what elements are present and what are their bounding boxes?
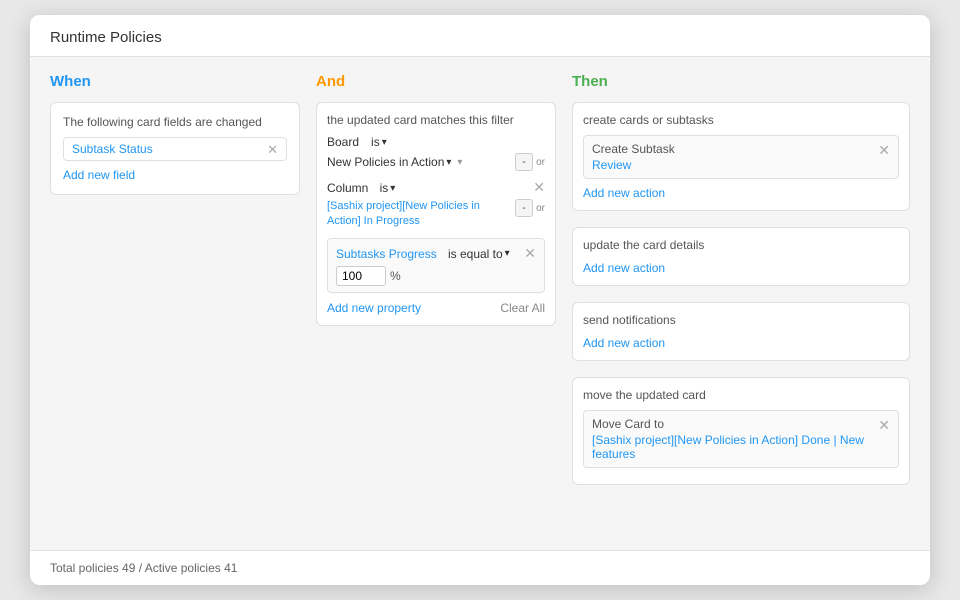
filter-title: the updated card matches this filter [327, 113, 545, 127]
move-card-action-item: Move Card to [Sashix project][New Polici… [583, 410, 899, 468]
move-card-label: Move Card to [592, 417, 874, 431]
column-filter-close-icon[interactable]: ✕ [533, 179, 545, 196]
create-subtask-value: Review [592, 158, 874, 172]
then-column: Then create cards or subtasks Create Sub… [572, 73, 910, 534]
notify-add-action-link[interactable]: Add new action [583, 336, 665, 350]
column-condition-dropdown[interactable]: is [380, 181, 396, 195]
subtask-status-close-icon[interactable]: ✕ [267, 143, 278, 156]
update-add-action-link[interactable]: Add new action [583, 261, 665, 275]
board-label: Board [327, 135, 359, 149]
create-section: create cards or subtasks Create Subtask … [572, 102, 910, 211]
column-label: Column [327, 181, 368, 195]
subtasks-value-row: % [336, 266, 536, 286]
update-section-title: update the card details [583, 238, 899, 252]
notify-section-title: send notifications [583, 313, 899, 327]
add-new-property-link[interactable]: Add new property [327, 301, 421, 315]
column-minus-btn[interactable]: - [515, 199, 533, 217]
title-bar: Runtime Policies [30, 15, 930, 57]
create-subtask-close-icon[interactable]: ✕ [878, 142, 890, 159]
subtasks-label-row: Subtasks Progress is equal to [336, 246, 510, 261]
runtime-policies-window: Runtime Policies When The following card… [30, 15, 930, 585]
notify-section: send notifications Add new action [572, 302, 910, 361]
column-filter-controls: - or [515, 199, 545, 217]
add-new-field-link[interactable]: Add new field [63, 168, 135, 182]
board-or-label: or [536, 157, 545, 168]
create-subtask-action-item: Create Subtask Review ✕ [583, 135, 899, 179]
board-filter-row: Board is [327, 135, 545, 149]
page-title: Runtime Policies [50, 29, 910, 46]
columns-row: When The following card fields are chang… [50, 73, 910, 534]
subtask-status-tag: Subtask Status ✕ [63, 137, 287, 161]
when-column: When The following card fields are chang… [50, 73, 300, 534]
board-value-dropdown[interactable]: New Policies in Action [327, 155, 451, 169]
then-header: Then [572, 73, 910, 90]
create-subtask-label: Create Subtask [592, 142, 874, 156]
move-section-title: move the updated card [583, 388, 899, 402]
subtask-status-label: Subtask Status [72, 142, 153, 156]
when-header: When [50, 73, 300, 90]
and-header: And [316, 73, 556, 90]
percent-symbol: % [390, 269, 401, 283]
subtasks-progress-section: Subtasks Progress is equal to ✕ % [327, 238, 545, 293]
column-header-row: Column is ✕ [327, 179, 545, 196]
column-value: [Sashix project][New Policies in Action]… [327, 199, 507, 230]
when-section-title: The following card fields are changed [63, 115, 287, 129]
clear-all-button[interactable]: Clear All [500, 301, 545, 315]
subtasks-value-input[interactable] [336, 266, 386, 286]
and-filter-section: the updated card matches this filter Boa… [316, 102, 556, 326]
column-filter-label-row: Column is [327, 180, 395, 195]
footer-bar: Total policies 49 / Active policies 41 [30, 550, 930, 585]
subtasks-progress-label: Subtasks Progress [336, 247, 437, 261]
move-card-value: [Sashix project][New Policies in Action]… [592, 433, 874, 461]
board-value-row: New Policies in Action ▾ - or [327, 153, 545, 171]
move-section: move the updated card Move Card to [Sash… [572, 377, 910, 485]
footer-text: Total policies 49 / Active policies 41 [50, 561, 237, 575]
board-minus-btn[interactable]: - [515, 153, 533, 171]
subtasks-progress-close-icon[interactable]: ✕ [524, 245, 536, 262]
move-card-content: Move Card to [Sashix project][New Polici… [592, 417, 874, 461]
update-section: update the card details Add new action [572, 227, 910, 286]
create-add-action-link[interactable]: Add new action [583, 186, 665, 200]
subtasks-header-row: Subtasks Progress is equal to ✕ [336, 245, 536, 262]
and-column: And the updated card matches this filter… [316, 73, 556, 534]
create-subtask-content: Create Subtask Review [592, 142, 874, 172]
board-filter-controls: - or [515, 153, 545, 171]
subtasks-condition-dropdown[interactable]: is equal to [448, 247, 510, 261]
create-section-title: create cards or subtasks [583, 113, 899, 127]
move-card-close-icon[interactable]: ✕ [878, 417, 890, 434]
board-condition-dropdown[interactable]: is [371, 135, 387, 149]
filter-actions-row: Add new property Clear All [327, 301, 545, 315]
when-section-box: The following card fields are changed Su… [50, 102, 300, 195]
column-or-label: or [536, 203, 545, 214]
content-area: When The following card fields are chang… [30, 57, 930, 550]
column-value-row: [Sashix project][New Policies in Action]… [327, 199, 545, 230]
